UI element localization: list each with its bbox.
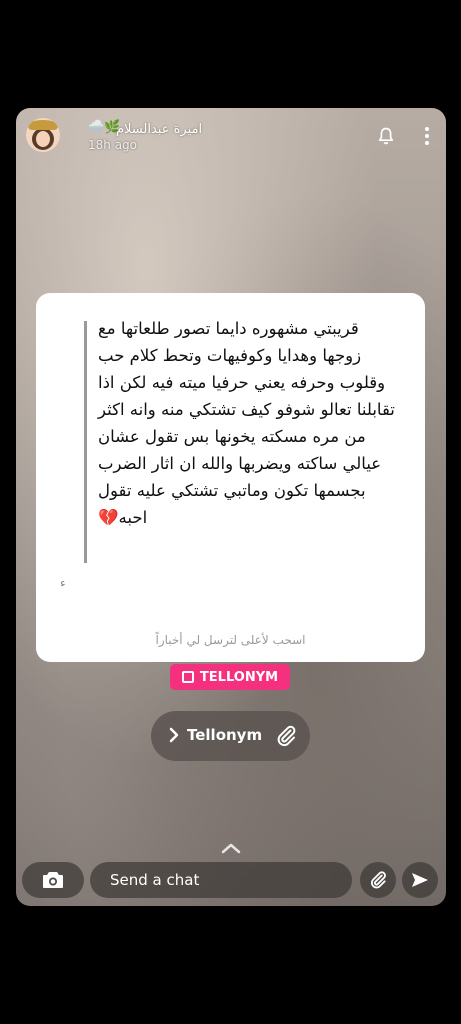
chevron-right-icon — [169, 727, 179, 743]
tellonym-card[interactable]: قريبتي مشهوره دايما تصور طلعاتها مع زوجه… — [36, 293, 425, 662]
avatar[interactable] — [26, 118, 60, 152]
tellonym-link-label: Tellonym — [187, 726, 263, 744]
user-name[interactable]: اميرة عبدالسلام — [116, 122, 202, 137]
chevron-up-icon[interactable] — [220, 842, 242, 854]
send-icon — [412, 873, 428, 887]
more-icon[interactable] — [424, 126, 430, 146]
paperclip-icon — [370, 871, 386, 889]
send-button[interactable] — [402, 862, 438, 898]
swipe-hint: اسحب لأعلى لترسل لي أخباراً — [155, 633, 306, 647]
story-header: 🌨️🌿 اميرة عبدالسلام 18h ago — [16, 108, 446, 168]
tellonym-badge: TELLONYM — [170, 664, 290, 690]
tellonym-icon — [181, 671, 194, 683]
message-text: قريبتي مشهوره دايما تصور طلعاتها مع زوجه… — [98, 319, 395, 527]
attach-button[interactable] — [360, 862, 396, 898]
bottom-bar: Send a chat — [16, 856, 446, 904]
camera-icon — [43, 872, 63, 888]
card-dot: ء — [60, 576, 66, 590]
tellonym-badge-label: TELLONYM — [199, 669, 279, 685]
story-view[interactable]: 🌨️🌿 اميرة عبدالسلام 18h ago قريبتي مشهور… — [16, 108, 446, 906]
bell-icon[interactable] — [376, 126, 396, 146]
tellonym-link-button[interactable]: Tellonym — [151, 711, 310, 761]
camera-button[interactable] — [22, 862, 84, 898]
paperclip-icon — [277, 725, 296, 747]
chat-input[interactable]: Send a chat — [90, 862, 352, 898]
quote-bar — [84, 321, 87, 563]
time-ago: 18h ago — [88, 138, 138, 152]
